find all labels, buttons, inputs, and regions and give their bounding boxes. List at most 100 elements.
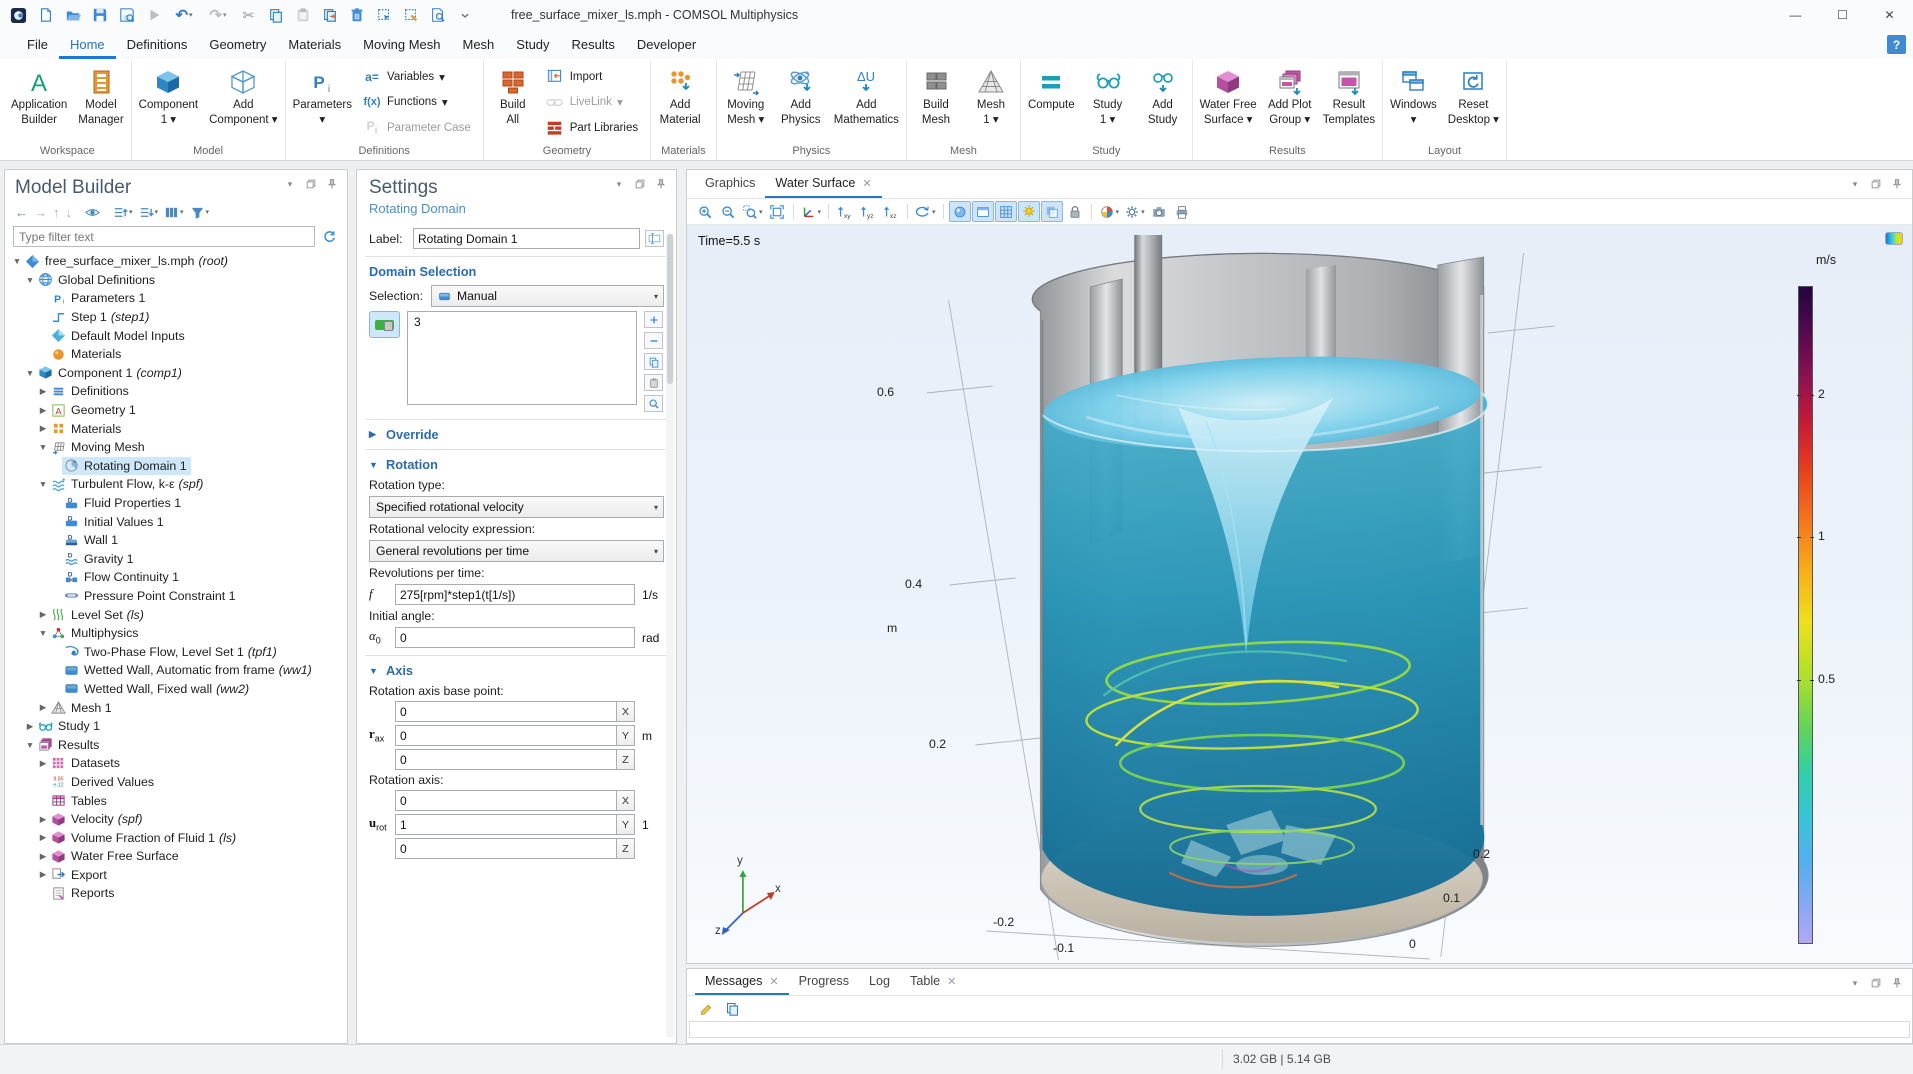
messages-tab-progress[interactable]: Progress	[789, 969, 859, 995]
selection-list[interactable]: 3	[407, 311, 637, 405]
tree-node-step-1[interactable]: Step 1(step1)	[5, 308, 347, 327]
forward-icon[interactable]: →	[32, 203, 49, 221]
tree-expander-icon[interactable]: ▶	[37, 702, 49, 713]
tree-node-parameters-1[interactable]: Pi Parameters 1	[5, 289, 347, 308]
ribbon-add-study-button[interactable]: AddStudy	[1136, 62, 1190, 143]
ribbon-result-templates-button[interactable]: ResultTemplates	[1318, 62, 1380, 143]
color-theme-button[interactable]: ▾	[1097, 201, 1122, 222]
save-as-icon[interactable]	[114, 3, 139, 27]
section-override[interactable]: ▶Override	[369, 427, 664, 442]
tree-expander-icon[interactable]: ▼	[37, 479, 49, 489]
panel-float-icon[interactable]	[633, 177, 647, 191]
expand-all-icon[interactable]: ▾	[137, 203, 161, 221]
menu-tab-study[interactable]: Study	[505, 30, 560, 59]
selection-colors-button[interactable]	[972, 201, 994, 222]
initial-angle-input[interactable]	[395, 627, 635, 648]
menu-tab-moving-mesh[interactable]: Moving Mesh	[352, 30, 451, 59]
panel-float-icon[interactable]	[304, 177, 318, 191]
rename-label-button[interactable]	[645, 230, 664, 247]
menu-tab-materials[interactable]: Materials	[277, 30, 352, 59]
tree-node-gravity-1[interactable]: D Gravity 1	[5, 550, 347, 569]
show-icon[interactable]	[83, 203, 102, 221]
ribbon-add-material-button[interactable]: AddMaterial	[653, 62, 707, 143]
tree-node-turbulent-flow-k-[interactable]: ▼ Turbulent Flow, k-ε(spf)	[5, 475, 347, 494]
tree-node-moving-mesh[interactable]: ▼ Moving Mesh	[5, 438, 347, 457]
tree-expander-icon[interactable]: ▶	[37, 832, 49, 843]
customize-toolbar-icon[interactable]	[452, 3, 477, 27]
panel-pin-icon[interactable]	[325, 177, 339, 191]
messages-tab-log[interactable]: Log	[859, 969, 900, 995]
panel-menu-icon[interactable]: ▾	[1848, 976, 1862, 990]
menu-tab-file[interactable]: File	[16, 30, 59, 59]
material-color-button[interactable]	[949, 201, 971, 222]
copy-icon[interactable]	[263, 3, 288, 27]
tree-node-initial-values-1[interactable]: D Initial Values 1	[5, 512, 347, 531]
messages-tab-messages[interactable]: Messages✕	[695, 969, 789, 995]
graphics-tab-water-surface[interactable]: Water Surface✕	[765, 170, 881, 198]
columns-icon[interactable]: ▾	[162, 203, 186, 221]
ribbon-add-plot-group-button[interactable]: Add PlotGroup ▾	[1263, 62, 1317, 143]
tree-expander-icon[interactable]: ▶	[37, 869, 49, 880]
clear-selection-icon[interactable]	[398, 3, 423, 27]
redo-icon[interactable]: ↷▾	[202, 3, 234, 27]
paste-selection-button[interactable]	[644, 374, 663, 391]
tree-expander-icon[interactable]: ▼	[37, 628, 49, 638]
tree-expander-icon[interactable]: ▶	[37, 423, 49, 434]
back-icon[interactable]: ←	[13, 203, 30, 221]
tree-node-flow-continuity-1[interactable]: D Flow Continuity 1	[5, 568, 347, 587]
label-input[interactable]	[413, 228, 640, 249]
tree-node-tables[interactable]: Tables	[5, 791, 347, 810]
down-icon[interactable]: ↓	[64, 203, 75, 221]
ribbon-water-free-surface-button[interactable]: Water FreeSurface ▾	[1195, 62, 1262, 143]
tree-node-free-surface-mixer-ls-mph[interactable]: ▼ free_surface_mixer_ls.mph(root)	[5, 252, 347, 271]
ribbon-application-builder-button[interactable]: A ApplicationBuilder	[6, 62, 72, 143]
rotate-view-button[interactable]: ▾	[913, 201, 938, 222]
tree-node-definitions[interactable]: ▶ Definitions	[5, 382, 347, 401]
ribbon-mesh-1-button[interactable]: Mesh1 ▾	[964, 62, 1018, 143]
tree-expander-icon[interactable]: ▼	[24, 740, 36, 750]
ribbon-part-libraries-button[interactable]: Part Libraries	[543, 118, 646, 138]
rotation-axis-base-point-y-input[interactable]	[395, 725, 617, 746]
ribbon-build-all-button[interactable]: BuildAll	[486, 62, 540, 143]
minimize-button[interactable]: —	[1772, 0, 1819, 30]
ribbon-component-1-button[interactable]: Component1 ▾	[134, 62, 203, 143]
copy-selection-button[interactable]	[644, 353, 663, 370]
close-tab-icon[interactable]: ✕	[947, 975, 956, 988]
zoom-out-button[interactable]	[717, 201, 739, 222]
panel-pin-icon[interactable]	[1890, 976, 1904, 990]
rotation-type-dropdown[interactable]: Specified rotational velocity▾	[369, 496, 664, 518]
close-button[interactable]: ✕	[1866, 0, 1913, 30]
tree-node-study-1[interactable]: ▶ Study 1	[5, 717, 347, 736]
rotation-axis-x-input[interactable]	[395, 790, 617, 811]
ribbon-model-manager-button[interactable]: ModelManager	[73, 62, 128, 143]
menu-tab-geometry[interactable]: Geometry	[198, 30, 277, 59]
ribbon-build-mesh-button[interactable]: BuildMesh	[909, 62, 963, 143]
zoom-in-button[interactable]	[694, 201, 716, 222]
tree-node-materials[interactable]: ▶ Materials	[5, 419, 347, 438]
tree-filter-input[interactable]	[13, 226, 315, 247]
copy-log-button[interactable]	[721, 998, 743, 1019]
rotation-axis-z-input[interactable]	[395, 838, 617, 859]
tree-node-wetted-wall-fixed-wall[interactable]: Wetted Wall, Fixed wall(ww2)	[5, 680, 347, 699]
section-rotation[interactable]: ▼Rotation	[369, 457, 664, 472]
ribbon-compute-button[interactable]: Compute	[1023, 62, 1080, 143]
ribbon-livelink-button[interactable]: LiveLink▾	[543, 92, 646, 112]
rotation-axis-base-point-z-input[interactable]	[395, 749, 617, 770]
collapse-all-icon[interactable]: ▾	[111, 203, 135, 221]
revolutions-per-time-input[interactable]	[395, 584, 635, 605]
panel-menu-icon[interactable]: ▾	[612, 177, 626, 191]
paste-icon[interactable]	[290, 3, 315, 27]
rotation-axis-y-input[interactable]	[395, 814, 617, 835]
new-file-icon[interactable]	[33, 3, 58, 27]
tree-expander-icon[interactable]: ▼	[24, 275, 36, 285]
graphics-tab-graphics[interactable]: Graphics	[695, 170, 765, 198]
help-button[interactable]: ?	[1887, 35, 1906, 54]
refresh-icon[interactable]	[320, 228, 339, 246]
menu-tab-mesh[interactable]: Mesh	[451, 30, 505, 59]
view-yz-button[interactable]: yz	[857, 201, 879, 222]
tree-node-level-set[interactable]: ▶ Level Set(ls)	[5, 605, 347, 624]
select-box-icon[interactable]	[371, 3, 396, 27]
tree-node-results[interactable]: ▼ Results	[5, 735, 347, 754]
clear-log-button[interactable]	[695, 998, 717, 1019]
tree-expander-icon[interactable]: ▼	[11, 256, 23, 266]
